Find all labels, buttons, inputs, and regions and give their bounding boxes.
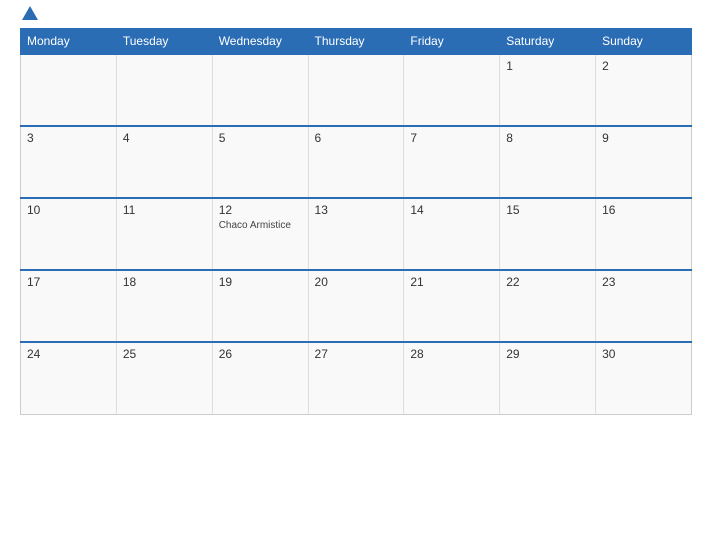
day-number: 1 — [506, 59, 513, 73]
logo-wrapper — [20, 10, 38, 20]
calendar-cell: 9 — [596, 126, 692, 198]
calendar-cell: 20 — [308, 270, 404, 342]
calendar-cell: 3 — [21, 126, 117, 198]
calendar-cell: 10 — [21, 198, 117, 270]
calendar-cell: 11 — [116, 198, 212, 270]
day-number: 13 — [315, 203, 328, 217]
calendar-cell — [404, 54, 500, 126]
calendar-cell: 15 — [500, 198, 596, 270]
calendar-cell: 23 — [596, 270, 692, 342]
weekday-header-thursday: Thursday — [308, 29, 404, 55]
weekday-header-row: MondayTuesdayWednesdayThursdayFridaySatu… — [21, 29, 692, 55]
calendar-cell: 22 — [500, 270, 596, 342]
weekday-header-friday: Friday — [404, 29, 500, 55]
calendar-cell: 1 — [500, 54, 596, 126]
event-label: Chaco Armistice — [219, 220, 291, 231]
day-number: 28 — [410, 347, 423, 361]
day-number: 27 — [315, 347, 328, 361]
weekday-header-wednesday: Wednesday — [212, 29, 308, 55]
calendar-cell: 2 — [596, 54, 692, 126]
day-number: 11 — [123, 203, 135, 217]
day-number: 19 — [219, 275, 232, 289]
calendar-cell: 24 — [21, 342, 117, 414]
calendar-cell: 12 Chaco Armistice — [212, 198, 308, 270]
calendar-cell: 28 — [404, 342, 500, 414]
calendar-cell: 5 — [212, 126, 308, 198]
weekday-header-tuesday: Tuesday — [116, 29, 212, 55]
calendar-cell: 25 — [116, 342, 212, 414]
logo-top — [20, 10, 38, 20]
logo-triangle-icon — [22, 6, 38, 20]
day-number: 24 — [27, 347, 40, 361]
page: MondayTuesdayWednesdayThursdayFridaySatu… — [0, 0, 712, 550]
calendar-cell: 13 — [308, 198, 404, 270]
calendar-cell: 27 — [308, 342, 404, 414]
calendar-cell — [21, 54, 117, 126]
calendar-cell: 30 — [596, 342, 692, 414]
calendar-cell: 4 — [116, 126, 212, 198]
calendar-body: 123456789101112Chaco Armistice1314151617… — [21, 54, 692, 414]
day-number: 8 — [506, 131, 513, 145]
calendar-cell — [116, 54, 212, 126]
calendar-cell — [308, 54, 404, 126]
calendar-header: MondayTuesdayWednesdayThursdayFridaySatu… — [21, 29, 692, 55]
day-number: 4 — [123, 131, 130, 145]
day-number: 7 — [410, 131, 417, 145]
day-number: 10 — [27, 203, 40, 217]
calendar-week-row: 3 4 5 6 7 8 9 — [21, 126, 692, 198]
day-number: 29 — [506, 347, 519, 361]
calendar-cell: 29 — [500, 342, 596, 414]
day-number: 22 — [506, 275, 519, 289]
weekday-header-saturday: Saturday — [500, 29, 596, 55]
day-number: 21 — [410, 275, 423, 289]
logo — [20, 10, 38, 20]
day-number: 23 — [602, 275, 615, 289]
day-number: 2 — [602, 59, 609, 73]
weekday-header-sunday: Sunday — [596, 29, 692, 55]
day-number: 30 — [602, 347, 615, 361]
day-number: 14 — [410, 203, 423, 217]
day-number: 25 — [123, 347, 136, 361]
day-number: 18 — [123, 275, 136, 289]
calendar-cell — [212, 54, 308, 126]
calendar-cell: 6 — [308, 126, 404, 198]
calendar-cell: 18 — [116, 270, 212, 342]
day-number: 26 — [219, 347, 232, 361]
calendar-cell: 7 — [404, 126, 500, 198]
calendar-cell: 14 — [404, 198, 500, 270]
day-number: 16 — [602, 203, 615, 217]
calendar-cell: 16 — [596, 198, 692, 270]
day-number: 20 — [315, 275, 328, 289]
calendar-cell: 8 — [500, 126, 596, 198]
day-number: 3 — [27, 131, 34, 145]
calendar-week-row: 17 18 19 20 21 22 23 — [21, 270, 692, 342]
day-number: 15 — [506, 203, 519, 217]
calendar-cell: 17 — [21, 270, 117, 342]
header — [20, 10, 692, 20]
calendar-week-row: 12 — [21, 54, 692, 126]
day-number: 6 — [315, 131, 322, 145]
calendar-cell: 21 — [404, 270, 500, 342]
day-number: 5 — [219, 131, 226, 145]
calendar-table: MondayTuesdayWednesdayThursdayFridaySatu… — [20, 28, 692, 415]
calendar-week-row: 10 11 12 Chaco Armistice 13 14 15 16 — [21, 198, 692, 270]
day-number: 9 — [602, 131, 609, 145]
day-number: 12 — [219, 203, 232, 217]
day-number: 17 — [27, 275, 40, 289]
calendar-cell: 26 — [212, 342, 308, 414]
weekday-header-monday: Monday — [21, 29, 117, 55]
calendar-cell: 19 — [212, 270, 308, 342]
calendar-week-row: 24 25 26 27 28 29 30 — [21, 342, 692, 414]
